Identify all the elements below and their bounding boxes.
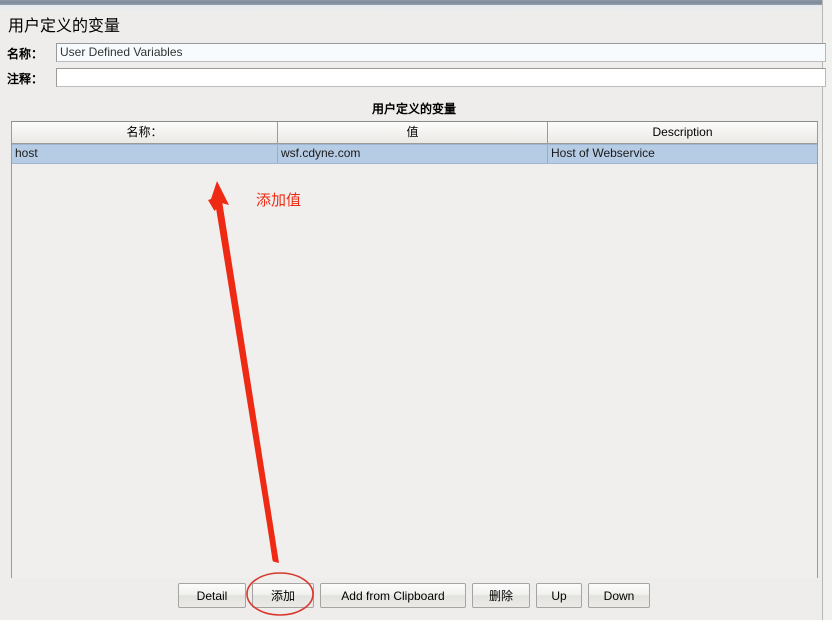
column-header-value[interactable]: 值 [278,122,548,143]
window-right-gutter [823,0,832,620]
table-empty-area[interactable] [12,164,817,578]
detail-button[interactable]: Detail [178,583,246,608]
window-chrome [0,0,822,11]
move-down-button[interactable]: Down [588,583,650,608]
add-button[interactable]: 添加 [252,583,314,608]
cell-name[interactable]: host [12,145,278,163]
delete-button[interactable]: 删除 [472,583,530,608]
name-field-label: 名称： [7,47,44,61]
cell-value[interactable]: wsf.cdyne.com [278,145,548,163]
table-header-row: 名称： 值 Description [12,122,817,144]
add-from-clipboard-button[interactable]: Add from Clipboard [320,583,466,608]
move-up-button[interactable]: Up [536,583,582,608]
column-header-description[interactable]: Description [548,122,817,143]
column-header-name[interactable]: 名称： [12,122,278,143]
page-title: 用户定义的变量 [8,16,121,35]
variables-table-caption: 用户定义的变量 [371,102,456,116]
button-bar: Detail 添加 Add from Clipboard 删除 Up Down [0,583,828,608]
comment-input[interactable] [56,68,826,87]
cell-description[interactable]: Host of Webservice [548,145,817,163]
table-row[interactable]: host wsf.cdyne.com Host of Webservice [12,144,817,164]
name-input[interactable]: User Defined Variables [56,43,826,62]
title-bar-underlay [0,5,822,11]
table-body: host wsf.cdyne.com Host of Webservice [12,144,817,578]
variables-table[interactable]: 名称： 值 Description host wsf.cdyne.com Hos… [11,121,818,578]
comment-field-label: 注释： [7,72,44,86]
